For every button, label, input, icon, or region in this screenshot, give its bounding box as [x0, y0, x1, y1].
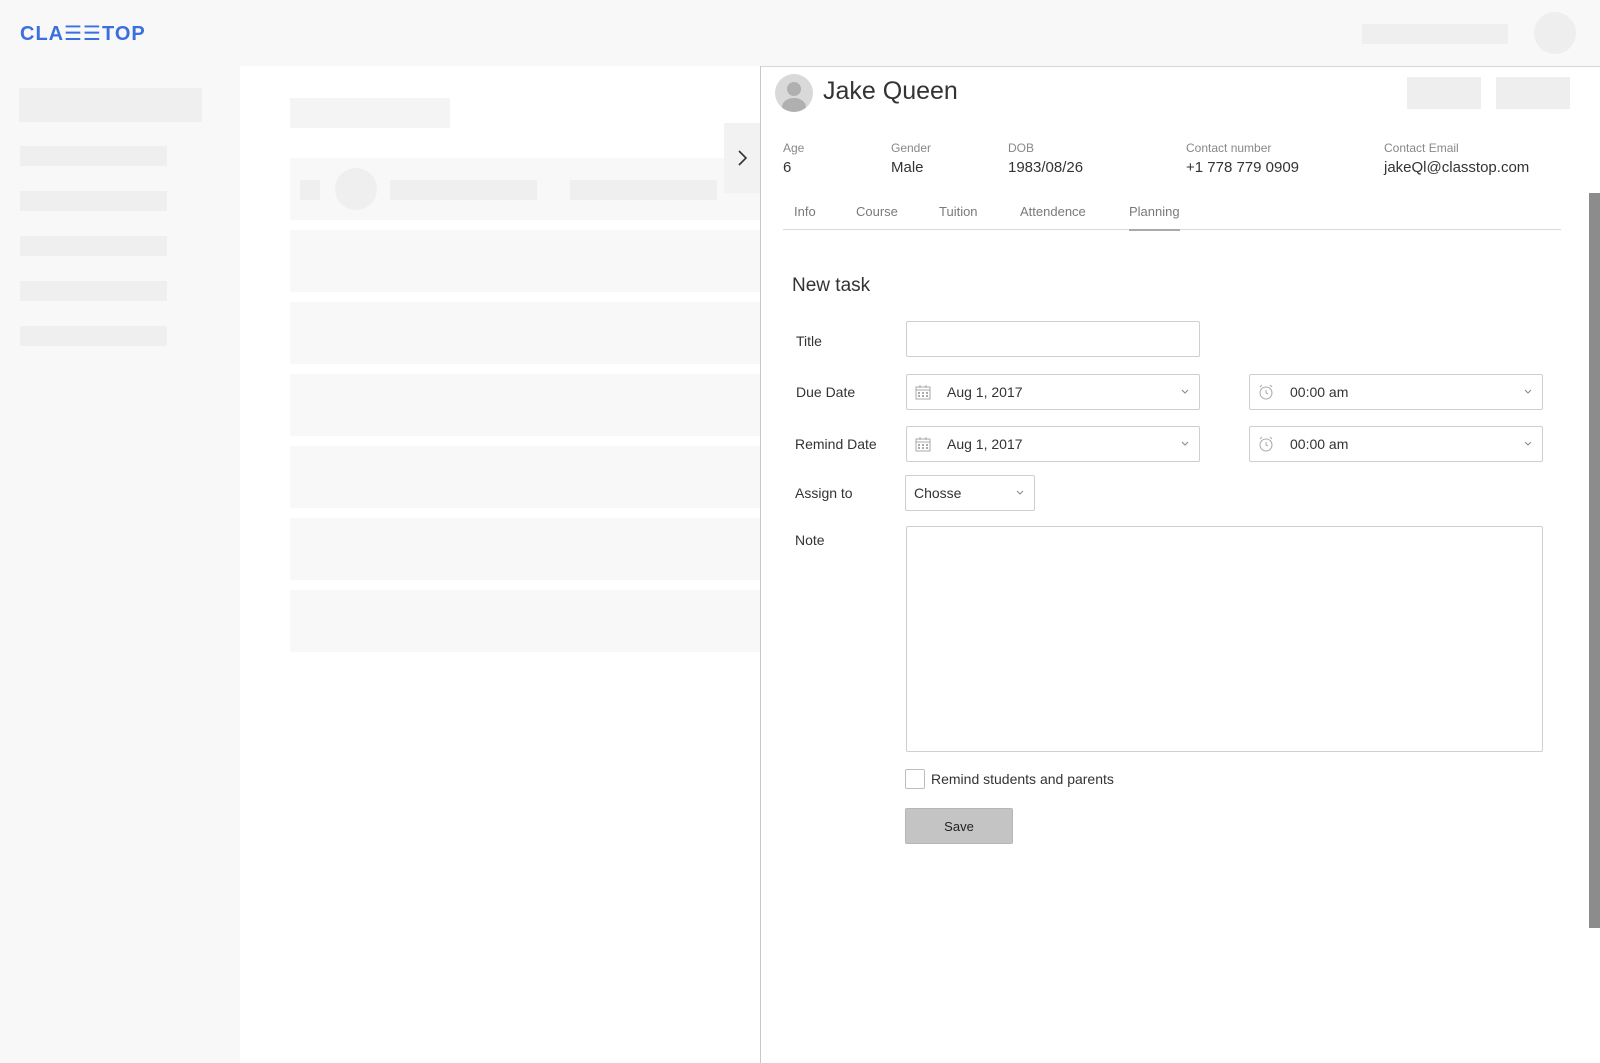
info-contact-number: Contact number +1 778 779 0909 [1186, 141, 1299, 176]
info-gender: Gender Male [891, 141, 931, 176]
person-icon [782, 82, 806, 112]
form-title: New task [792, 275, 871, 296]
top-search-placeholder [1362, 24, 1508, 44]
app-logo[interactable]: CLA☰☰TOP [20, 21, 146, 46]
info-value: Male [891, 159, 924, 176]
header-action-button-1[interactable] [1407, 77, 1481, 109]
checkbox-placeholder [300, 180, 320, 200]
info-label: Age [783, 141, 805, 155]
tab-attendence[interactable]: Attendence [1020, 204, 1086, 219]
student-name: Jake Queen [823, 77, 958, 105]
note-textarea[interactable] [906, 526, 1543, 752]
sidebar-item-placeholder[interactable] [20, 281, 167, 301]
info-value: 6 [783, 159, 792, 176]
info-label: Gender [891, 141, 932, 155]
list-header-row [290, 158, 760, 220]
sidebar-item-placeholder[interactable] [20, 326, 167, 346]
info-label: Contact Email [1384, 141, 1459, 155]
collapse-panel-button[interactable] [724, 123, 760, 193]
sidebar-header-placeholder [19, 88, 202, 122]
note-label: Note [795, 532, 825, 548]
calendar-icon [915, 436, 931, 452]
chevron-down-icon [1016, 490, 1024, 496]
remind-checkbox[interactable] [905, 769, 925, 789]
due-date-label: Due Date [796, 384, 856, 400]
alarm-clock-icon [1258, 436, 1274, 452]
list-item[interactable] [290, 302, 760, 364]
info-value: +1 778 779 0909 [1186, 159, 1300, 176]
student-detail-panel: Jake Queen Age 6 Gender Male DOB 1983/08… [760, 66, 1600, 1063]
calendar-icon [915, 384, 931, 400]
note-value [907, 527, 1542, 543]
chevron-down-icon [1181, 441, 1189, 447]
list-item[interactable] [290, 518, 760, 580]
tab-planning[interactable]: Planning [1129, 204, 1180, 231]
top-bar: CLA☰☰TOP [0, 0, 1600, 66]
tab-course[interactable]: Course [856, 204, 898, 219]
chevron-down-icon [1181, 389, 1189, 395]
remind-time-picker[interactable]: 00:00 am [1249, 426, 1543, 462]
sidebar [0, 66, 240, 1063]
assign-to-value: Chosse [914, 485, 962, 501]
list-item[interactable] [290, 446, 760, 508]
list-item[interactable] [290, 230, 760, 292]
info-label: DOB [1008, 141, 1035, 155]
sidebar-item-placeholder[interactable] [20, 146, 167, 166]
tab-tuition[interactable]: Tuition [939, 204, 978, 219]
due-time-value: 00:00 am [1290, 384, 1349, 400]
header-action-button-2[interactable] [1496, 77, 1570, 109]
title-input[interactable] [906, 321, 1200, 357]
info-label: Contact number [1186, 141, 1272, 155]
main-list [240, 66, 760, 1063]
text-placeholder [570, 180, 717, 200]
chevron-right-icon [738, 150, 748, 166]
text-placeholder [390, 180, 537, 200]
tab-info[interactable]: Info [794, 204, 816, 219]
due-date-picker[interactable]: Aug 1, 2017 [906, 374, 1200, 410]
info-age: Age 6 [783, 141, 804, 176]
remind-date-picker[interactable]: Aug 1, 2017 [906, 426, 1200, 462]
info-dob: DOB 1983/08/26 [1008, 141, 1083, 176]
assign-to-label: Assign to [795, 485, 853, 501]
info-value: 1983/08/26 [1008, 159, 1084, 176]
remind-time-value: 00:00 am [1290, 436, 1349, 452]
panel-scrollbar[interactable] [1589, 193, 1600, 928]
remind-date-label: Remind Date [795, 436, 877, 452]
sidebar-item-placeholder[interactable] [20, 236, 167, 256]
remind-checkbox-label: Remind students and parents [931, 771, 1114, 787]
due-date-value: Aug 1, 2017 [947, 384, 1023, 400]
info-contact-email: Contact Email jakeQl@classtop.com [1384, 141, 1529, 176]
detail-tabs: Info Course Tuition Attendence Planning [783, 197, 1561, 231]
assign-to-select[interactable]: Chosse [905, 475, 1035, 511]
chevron-down-icon [1524, 389, 1532, 395]
remind-date-value: Aug 1, 2017 [947, 436, 1023, 452]
list-title-placeholder [290, 98, 450, 128]
user-avatar[interactable] [1534, 12, 1576, 54]
list-item[interactable] [290, 374, 760, 436]
title-label: Title [796, 333, 822, 349]
avatar-placeholder [335, 168, 377, 210]
sidebar-item-placeholder[interactable] [20, 191, 167, 211]
info-value: jakeQl@classtop.com [1384, 159, 1530, 176]
alarm-clock-icon [1258, 384, 1274, 400]
list-item[interactable] [290, 590, 760, 652]
student-avatar [775, 74, 813, 112]
save-button[interactable]: Save [905, 808, 1013, 844]
chevron-down-icon [1524, 441, 1532, 447]
due-time-picker[interactable]: 00:00 am [1249, 374, 1543, 410]
